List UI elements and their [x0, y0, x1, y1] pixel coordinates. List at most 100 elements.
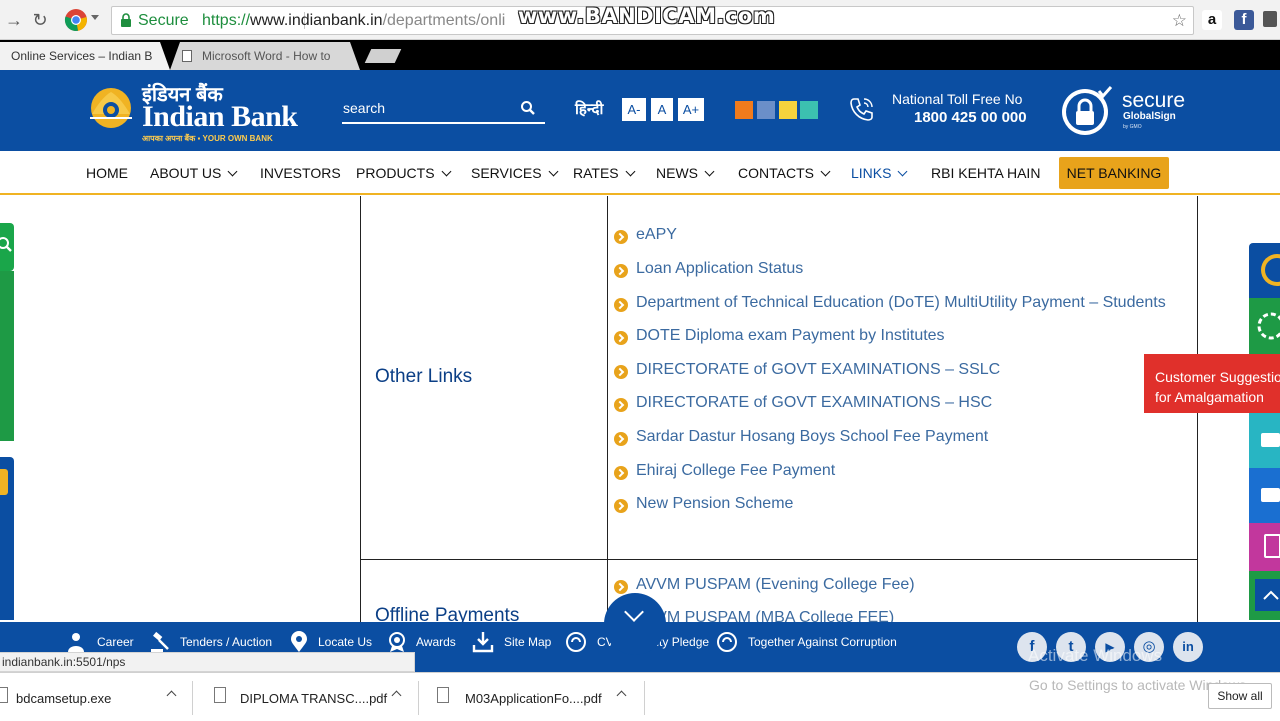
arrow-bullet-icon — [614, 499, 628, 513]
side-search-button[interactable] — [0, 223, 14, 271]
footer-label: Together Against Corruption — [748, 635, 897, 649]
status-bar-url: indianbank.in:5501/nps — [0, 652, 415, 672]
browser-toolbar: → ↻ Secure https://www.indianbank.in/dep… — [0, 0, 1280, 40]
theme-orange-swatch[interactable] — [735, 101, 753, 119]
tab-online-services[interactable]: Online Services – Indian B — [0, 42, 170, 70]
download-item[interactable]: DIPLOMA TRANSC....pdf — [200, 673, 422, 721]
new-tab-button[interactable] — [364, 49, 402, 63]
bookmark-star-icon[interactable]: ☆ — [1172, 7, 1187, 34]
footer-label: Locate Us — [318, 635, 373, 649]
side-panel-green[interactable] — [0, 271, 14, 441]
arrow-bullet-icon — [614, 580, 628, 594]
url-host: www.indianbank.in — [250, 12, 383, 29]
link-text[interactable]: AVVM PUSPAM (Evening College Fee) — [636, 576, 915, 594]
right-widget-blue[interactable] — [1249, 468, 1280, 523]
footer-label: Site Map — [504, 635, 552, 649]
side-panel-blue[interactable] — [0, 457, 14, 620]
linkedin-icon[interactable]: in — [1173, 632, 1203, 662]
chevron-up-icon[interactable] — [166, 690, 177, 701]
reload-icon[interactable]: ↻ — [28, 8, 52, 32]
footer-site-map[interactable]: Site Map — [472, 631, 552, 655]
chrome-profile-icon[interactable] — [64, 8, 88, 32]
nav-investors[interactable]: INVESTORS — [260, 165, 341, 181]
nav-about-us[interactable]: ABOUT US — [150, 165, 238, 181]
chevron-down-icon — [227, 166, 238, 177]
amazon-extension-icon[interactable]: a — [1202, 10, 1222, 30]
scroll-down-button[interactable] — [604, 593, 666, 655]
nav-label: SERVICES — [471, 165, 542, 181]
forward-icon[interactable]: → — [2, 8, 26, 32]
link-text[interactable]: DIRECTORATE of GOVT EXAMINATIONS – SSLC — [636, 361, 1000, 379]
right-widget-scroll-top[interactable] — [1249, 571, 1280, 620]
arrow-bullet-icon — [614, 331, 628, 345]
arrow-bullet-icon — [614, 230, 628, 244]
column-divider — [607, 196, 608, 625]
right-widget-teal[interactable] — [1249, 413, 1280, 468]
toll-free-number[interactable]: 1800 425 00 000 — [914, 109, 1027, 126]
nav-home[interactable]: HOME — [86, 165, 128, 181]
net-banking-button[interactable]: NET BANKING — [1059, 157, 1169, 189]
gear-badge-icon — [1257, 312, 1280, 340]
right-widget-pink[interactable] — [1249, 523, 1280, 571]
right-widget-news[interactable] — [1249, 243, 1280, 298]
search-icon[interactable] — [520, 100, 536, 116]
chevron-down-icon — [625, 166, 636, 177]
footer-label: Awards — [416, 635, 456, 649]
extension-icon[interactable] — [1263, 11, 1277, 27]
theme-blue-swatch[interactable] — [757, 101, 775, 119]
download-item[interactable]: bdcamsetup.exe — [0, 673, 200, 721]
nav-rates[interactable]: RATES — [573, 165, 636, 181]
chevron-up-icon — [1255, 579, 1280, 611]
arrow-bullet-icon — [614, 398, 628, 412]
right-widget-green[interactable] — [1249, 298, 1280, 354]
link-text[interactable]: Department of Technical Education (DoTE)… — [636, 294, 1166, 312]
nav-products[interactable]: PRODUCTS — [356, 165, 452, 181]
url-text[interactable]: https://www.indianbank.in/departments/on… — [202, 7, 505, 34]
nav-label: RATES — [573, 165, 619, 181]
footer-against-corruption[interactable]: Together Against Corruption — [716, 631, 901, 655]
theme-yellow-swatch[interactable] — [779, 101, 797, 119]
theme-teal-swatch[interactable] — [800, 101, 818, 119]
nav-links[interactable]: LINKS — [851, 165, 908, 181]
facebook-extension-icon[interactable]: f — [1234, 10, 1254, 30]
show-all-downloads-button[interactable]: Show all — [1208, 683, 1272, 709]
download-divider — [644, 681, 645, 715]
downloads-bar: bdcamsetup.exe DIPLOMA TRANSC....pdf M03… — [0, 672, 1280, 720]
arrow-bullet-icon — [614, 432, 628, 446]
indian-bank-emblem-icon[interactable] — [84, 84, 138, 130]
link-text[interactable]: New Pension Scheme — [636, 495, 793, 513]
globalsign-secure-badge-icon[interactable] — [1059, 85, 1113, 137]
download-divider — [192, 681, 193, 715]
link-text[interactable]: Loan Application Status — [636, 260, 803, 278]
profile-dropdown-icon[interactable] — [91, 15, 99, 20]
download-item[interactable]: M03ApplicationFo....pdf — [422, 673, 648, 721]
chevron-up-icon[interactable] — [391, 690, 402, 701]
link-text[interactable]: eAPY — [636, 226, 677, 244]
link-text[interactable]: DOTE Diploma exam Payment by Institutes — [636, 327, 945, 345]
activate-windows-title: Activate Windows — [1028, 646, 1163, 665]
gavel-icon — [151, 631, 169, 652]
pledge-icon — [566, 632, 586, 652]
link-text[interactable]: Ehiraj College Fee Payment — [636, 462, 835, 480]
logo-name[interactable]: Indian Bank — [142, 100, 298, 134]
nav-news[interactable]: NEWS — [656, 165, 715, 181]
nav-services[interactable]: SERVICES — [471, 165, 558, 181]
font-increase-button[interactable]: A+ — [678, 98, 704, 121]
logo-tagline: आपका अपना बैंक ▪ YOUR OWN BANK — [142, 134, 273, 143]
tab-microsoft-word[interactable]: Microsoft Word - How to — [170, 42, 360, 70]
nav-rbi-kehta-hain[interactable]: RBI KEHTA HAIN — [931, 165, 1040, 181]
links-table: Other Links Offline Payments eAPY Loan A… — [360, 196, 1198, 626]
card-icon — [1261, 433, 1280, 447]
font-decrease-button[interactable]: A- — [622, 98, 646, 121]
nav-contacts[interactable]: CONTACTS — [738, 165, 831, 181]
customer-suggestion-button[interactable]: Customer Suggestion for Amalgamation — [1144, 354, 1280, 413]
chevron-up-icon[interactable] — [616, 690, 627, 701]
search-input[interactable] — [342, 94, 545, 124]
link-text[interactable]: DIRECTORATE of GOVT EXAMINATIONS – HSC — [636, 394, 992, 412]
hindi-language-link[interactable]: हिन्दी — [575, 99, 603, 119]
secure-badge-title: secure — [1122, 89, 1186, 112]
font-normal-button[interactable]: A — [651, 98, 673, 121]
link-text[interactable]: Sardar Dastur Hosang Boys School Fee Pay… — [636, 428, 988, 446]
chevron-down-icon — [898, 166, 908, 177]
footer-label: Career — [97, 635, 134, 649]
